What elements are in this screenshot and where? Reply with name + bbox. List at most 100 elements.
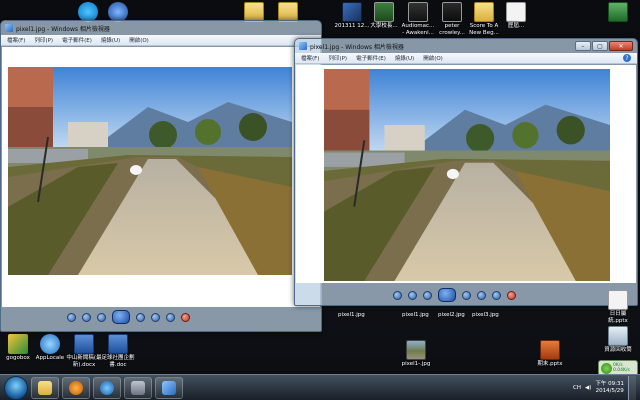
applocale-icon [40,334,60,354]
desktop-icon-label: peter crowley... [439,23,465,36]
menu-burn[interactable]: 燒錄(U) [395,54,414,62]
menu-print[interactable]: 列印(P) [34,36,53,44]
rotate-left-icon[interactable] [477,290,486,300]
desktop-icon-label: 足球社團企劃書.doc [101,355,135,368]
window-title: pixel1.jpg - Windows 相片檢視器 [310,43,404,51]
media-player-icon [69,380,83,395]
desktop-icon-doc-4[interactable]: 歷屆... [498,2,534,30]
desktop-icon-pptx[interactable]: 期末.pptx [532,340,568,368]
refresh-app-icon [108,2,128,22]
desktop-icon-label: pixel1-.jpg [401,361,431,367]
delete-icon[interactable] [507,290,516,300]
clock-time: 下午 09:31 [595,380,624,387]
zoom-icon[interactable] [393,290,402,300]
clock-date: 2014/5/29 [595,387,624,394]
desktop-icon-label: 資源回收筒 [604,347,632,353]
menu-email[interactable]: 電子郵件(E) [62,36,92,44]
desktop-icon-word-1[interactable]: 中山新聞稿(最新).docx [66,334,102,369]
desktop-icon-word-2[interactable]: 足球社團企劃書.doc [100,334,136,369]
photo-display-area [296,65,636,283]
next-icon[interactable] [462,290,471,300]
window-titlebar[interactable]: pixel1.jpg - Windows 相片檢視器 – ▢ ✕ [295,39,637,53]
desktop-icon-label: 201311 12... [334,23,370,29]
delete-icon[interactable] [181,312,190,322]
photo-viewer-icon [162,380,176,395]
slideshow-button[interactable] [438,288,456,302]
start-button[interactable] [4,375,28,400]
desktop-icon-applocale[interactable]: AppLocale [32,334,68,362]
desktop-icon-label: 歷屆... [507,23,525,29]
desktop-icon-doc-3[interactable]: peter crowley... [434,2,470,37]
previous-icon[interactable] [97,312,106,322]
folder-icon [38,380,52,395]
menu-file[interactable]: 檔案(F) [301,54,319,62]
photo-viewer-icon [5,24,13,32]
photo-display-area [2,47,320,307]
excel-icon [608,2,628,22]
folder-icon [474,2,494,22]
language-indicator[interactable]: CH [573,385,581,391]
fit-icon[interactable] [408,290,417,300]
photo-viewer-window-left[interactable]: pixel1.jpg - Windows 相片檢視器 檔案(F) 列印(P) 電… [0,20,322,332]
dvd-icon [342,2,362,22]
desktop-icon-label: 日日屬統.pptx [608,311,628,324]
network-status-icon [601,363,612,374]
folder-icon [244,2,264,22]
rotate-right-icon[interactable] [492,290,501,300]
photo-viewer-window-right[interactable]: pixel1.jpg - Windows 相片檢視器 – ▢ ✕ 檔案(F) 列… [294,38,638,306]
desktop-icon-gogobox[interactable]: gogobox [0,334,36,362]
taskbar-media-player[interactable] [62,376,90,399]
document-icon [374,2,394,22]
close-button[interactable]: ✕ [609,41,633,51]
menu-open[interactable]: 開啟(O) [423,54,443,62]
fit-icon[interactable] [82,312,91,322]
maximize-button[interactable]: ▢ [592,41,608,51]
image-icon [406,340,426,360]
desktop-icon-label: Score To A New Beg... [469,23,499,36]
menu-burn[interactable]: 燒錄(U) [101,36,120,44]
desktop-icon-right-pptx[interactable]: 日日屬統.pptx [600,290,636,325]
desktop-icon-recycle-bin[interactable]: 資源回收筒 [600,326,636,354]
net-download: 0.04K/s [613,368,630,373]
menu-email[interactable]: 電子郵件(E) [356,54,386,62]
menu-file[interactable]: 檔案(F) [7,36,25,44]
taskbar-app[interactable] [124,376,152,399]
taskbar: CH ◀) 下午 09:31 2014/5/29 [0,374,640,400]
menu-bar: 檔案(F) 列印(P) 電子郵件(E) 燒錄(U) 開啟(O) ? [295,53,637,64]
ppt-icon [540,340,560,360]
help-icon[interactable]: ? [623,54,631,62]
taskbar-explorer[interactable] [31,376,59,399]
desktop-icon-doc-2[interactable]: Audiomac... - Awakeni... [400,2,436,37]
photo-image [324,69,610,281]
rotate-right-icon[interactable] [166,312,175,322]
minimize-button[interactable]: – [575,41,591,51]
menu-open[interactable]: 開啟(O) [129,36,149,44]
app-icon [131,380,145,395]
recycle-bin-icon [608,326,628,346]
rotate-left-icon[interactable] [151,312,160,322]
desktop-icon-folder-3[interactable]: Score To A New Beg... [466,2,502,37]
previous-icon[interactable] [423,290,432,300]
thumbnail-label: pixel2.jpg [438,312,465,318]
document-icon [442,2,462,22]
desktop-icon-doc-1[interactable]: 大學校長... [366,2,402,30]
desktop-icon-label: 大學校長... [370,23,398,29]
ppt-icon [608,290,628,310]
zoom-icon[interactable] [67,312,76,322]
next-icon[interactable] [136,312,145,322]
taskbar-photo-viewer[interactable] [155,376,183,399]
volume-icon[interactable]: ◀) [585,385,591,391]
desktop-icon-excel[interactable] [600,2,636,23]
document-icon [506,2,526,22]
menu-print[interactable]: 列印(P) [328,54,347,62]
window-titlebar[interactable]: pixel1.jpg - Windows 相片檢視器 [1,21,321,35]
thumbnail-label: pixel1.jpg [338,312,365,318]
window-title: pixel1.jpg - Windows 相片檢視器 [16,25,110,33]
slideshow-button[interactable] [112,310,130,324]
viewer-controls [61,309,196,325]
desktop-icon-dvd[interactable]: 201311 12... [334,2,370,30]
desktop-icon-pixel1-jpg[interactable]: pixel1-.jpg [398,340,434,368]
show-desktop-button[interactable] [628,375,636,400]
taskbar-ie[interactable] [93,376,121,399]
clock[interactable]: 下午 09:31 2014/5/29 [595,381,624,395]
